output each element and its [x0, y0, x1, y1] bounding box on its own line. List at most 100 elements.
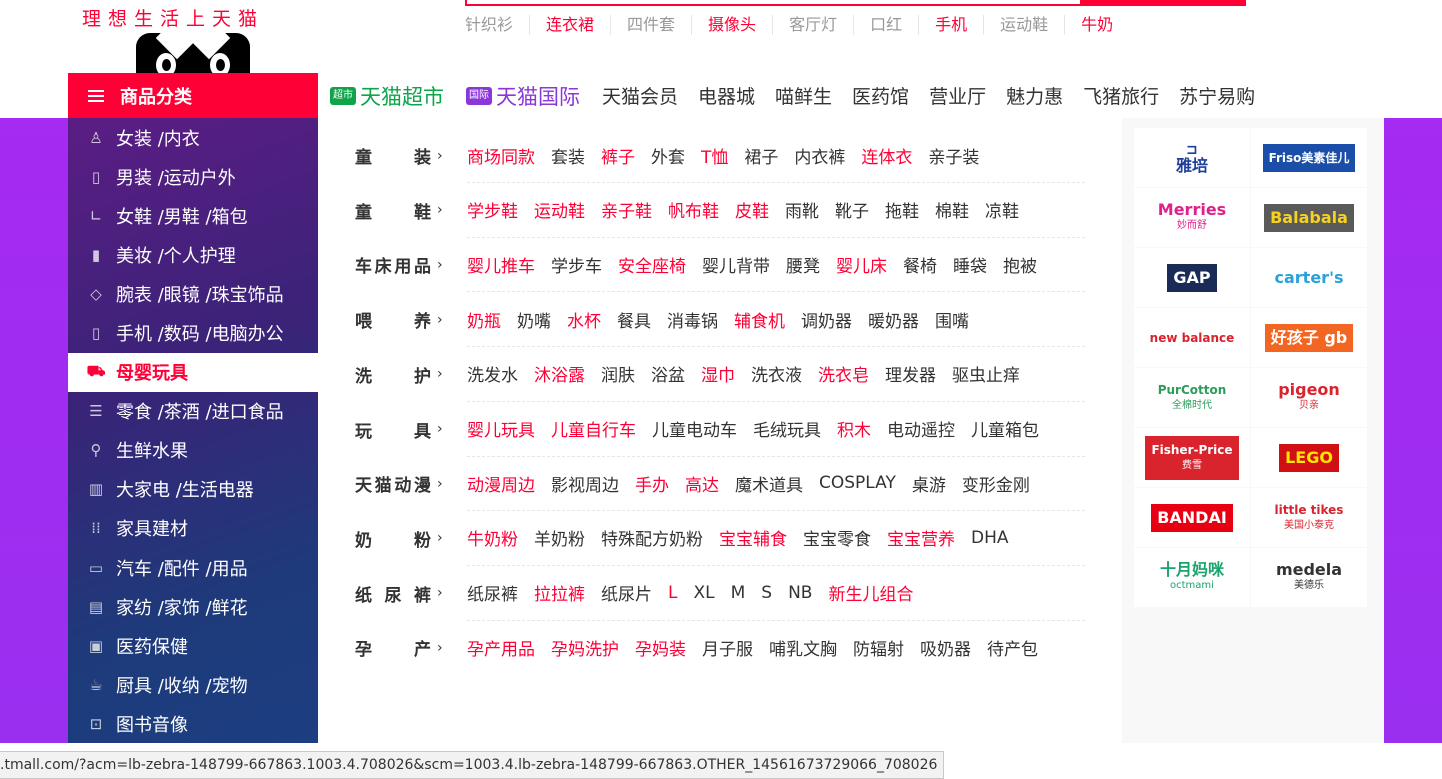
brand-logo-tile[interactable]: GAP — [1134, 248, 1250, 307]
category-link[interactable]: 腰凳 — [786, 252, 820, 277]
category-link[interactable]: 羊奶粉 — [534, 525, 585, 550]
brand-logo-tile[interactable]: medela 美德乐 — [1251, 548, 1367, 607]
category-link[interactable]: 手办 — [635, 471, 669, 496]
category-link[interactable]: 宝宝零食 — [803, 525, 871, 550]
sidebar-item[interactable]: ▯ 男装 /运动户外 — [68, 157, 318, 196]
sidebar-item[interactable]: ▤ 家纺 /家饰 /鲜花 — [68, 587, 318, 626]
category-link[interactable]: 高达 — [685, 471, 719, 496]
hot-word-link[interactable]: 运动鞋 — [983, 15, 1064, 35]
category-link[interactable]: 润肤 — [601, 361, 635, 386]
category-link[interactable]: 抱被 — [1003, 252, 1037, 277]
category-link[interactable]: S — [761, 583, 772, 603]
category-link[interactable]: 亲子装 — [928, 143, 979, 168]
category-link[interactable]: 外套 — [651, 143, 685, 168]
category-link[interactable]: 湿巾 — [701, 361, 735, 386]
category-link[interactable]: 吸奶器 — [920, 635, 971, 660]
category-link[interactable]: NB — [788, 583, 812, 603]
category-link[interactable]: 影视周边 — [551, 471, 619, 496]
category-link[interactable]: 纸尿裤 — [467, 580, 518, 605]
hot-word-link[interactable]: 针织衫 — [465, 15, 529, 35]
category-link[interactable]: 纸尿片 — [601, 580, 652, 605]
category-link[interactable]: 婴儿推车 — [467, 252, 535, 277]
sidebar-item[interactable]: ▭ 汽车 /配件 /用品 — [68, 548, 318, 587]
sidebar-item[interactable]: ⁞⁞ 家具建材 — [68, 509, 318, 548]
category-link[interactable]: 洗衣液 — [751, 361, 802, 386]
category-link[interactable]: 套装 — [551, 143, 585, 168]
category-link[interactable]: 消毒锅 — [667, 307, 718, 332]
category-link[interactable]: 餐椅 — [903, 252, 937, 277]
category-link[interactable]: 辅食机 — [734, 307, 785, 332]
category-link[interactable]: 裤子 — [601, 143, 635, 168]
category-link[interactable]: 餐具 — [617, 307, 651, 332]
brand-logo-tile[interactable]: new balance — [1134, 308, 1250, 367]
category-link[interactable]: 孕妈洗护 — [551, 635, 619, 660]
nav-item[interactable]: 喵鲜生 — [775, 82, 832, 109]
category-link[interactable]: 棉鞋 — [935, 197, 969, 222]
brand-logo-tile[interactable]: Friso美素佳儿 — [1251, 128, 1367, 187]
category-link[interactable]: 安全座椅 — [618, 252, 686, 277]
category-link[interactable]: 电动遥控 — [887, 416, 955, 441]
category-link[interactable]: 调奶器 — [801, 307, 852, 332]
category-link[interactable]: L — [668, 583, 677, 603]
category-link[interactable]: 商场同款 — [467, 143, 535, 168]
category-menu-button[interactable]: 商品分类 — [68, 73, 318, 118]
category-row-title[interactable]: 童鞋 › — [355, 198, 467, 223]
category-link[interactable]: 防辐射 — [853, 635, 904, 660]
category-link[interactable]: 学步鞋 — [467, 197, 518, 222]
sidebar-item[interactable]: ▮ 美妆 /个人护理 — [68, 235, 318, 274]
category-link[interactable]: 睡袋 — [953, 252, 987, 277]
category-link[interactable]: 洗发水 — [467, 361, 518, 386]
sidebar-item[interactable]: ▯ 手机 /数码 /电脑办公 — [68, 313, 318, 352]
category-link[interactable]: 孕产用品 — [467, 635, 535, 660]
category-link[interactable]: 奶嘴 — [517, 307, 551, 332]
sidebar-item[interactable]: ⚲ 生鲜水果 — [68, 431, 318, 470]
nav-item[interactable]: 电器城 — [698, 82, 755, 109]
sidebar-item[interactable]: ◇ 腕表 /眼镜 /珠宝饰品 — [68, 274, 318, 313]
category-link[interactable]: 浴盆 — [651, 361, 685, 386]
category-link[interactable]: 皮鞋 — [735, 197, 769, 222]
category-link[interactable]: 雨靴 — [785, 197, 819, 222]
nav-tmall-global[interactable]: 国际 天猫国际 — [466, 81, 580, 111]
category-link[interactable]: DHA — [971, 528, 1009, 548]
category-row-title[interactable]: 天猫动漫 › — [355, 471, 467, 497]
sidebar-item[interactable]: ☰ 零食 /茶酒 /进口食品 — [68, 392, 318, 431]
brand-logo-tile[interactable]: Balabala — [1251, 188, 1367, 247]
category-link[interactable]: 牛奶粉 — [467, 525, 518, 550]
category-link[interactable]: XL — [693, 583, 714, 603]
category-link[interactable]: 连体衣 — [861, 143, 912, 168]
category-link[interactable]: 沐浴露 — [534, 361, 585, 386]
category-link[interactable]: 奶瓶 — [467, 307, 501, 332]
sidebar-item[interactable]: ⛟ 母婴玩具 — [68, 352, 318, 392]
sidebar-item[interactable]: ☕ 厨具 /收纳 /宠物 — [68, 665, 318, 704]
category-link[interactable]: 桌游 — [912, 471, 946, 496]
category-link[interactable]: 儿童自行车 — [551, 416, 636, 441]
brand-logo-tile[interactable]: carter's — [1251, 248, 1367, 307]
category-row-title[interactable]: 喂养 › — [355, 307, 467, 333]
category-link[interactable]: 积木 — [837, 416, 871, 441]
nav-item[interactable]: 苏宁易购 — [1179, 82, 1255, 109]
category-link[interactable]: 宝宝辅食 — [719, 525, 787, 550]
category-link[interactable]: COSPLAY — [819, 473, 896, 493]
search-box[interactable] — [465, 0, 1246, 6]
hot-word-link[interactable]: 手机 — [918, 15, 983, 35]
category-row-title[interactable]: 车床用品 › — [355, 252, 467, 278]
category-link[interactable]: 水杯 — [567, 307, 601, 332]
brand-logo-tile[interactable]: pigeon 贝亲 — [1251, 368, 1367, 427]
category-link[interactable]: 学步车 — [551, 252, 602, 277]
category-link[interactable]: 新生儿组合 — [828, 580, 913, 605]
category-link[interactable]: 魔术道具 — [735, 471, 803, 496]
brand-logo-tile[interactable]: BANDAI — [1134, 488, 1250, 547]
nav-tmall-supermarket[interactable]: 超市 天猫超市 — [330, 81, 444, 111]
category-link[interactable]: 帆布鞋 — [668, 197, 719, 222]
nav-item[interactable]: 营业厅 — [929, 82, 986, 109]
category-link[interactable]: T恤 — [701, 143, 728, 168]
brand-logo-tile[interactable]: Merries 妙而舒 — [1134, 188, 1250, 247]
category-link[interactable]: 拉拉裤 — [534, 580, 585, 605]
sidebar-item[interactable]: ∟ 女鞋 /男鞋 /箱包 — [68, 196, 318, 235]
category-row-title[interactable]: 孕产 › — [355, 635, 467, 661]
category-row-title[interactable]: 童装 › — [355, 143, 467, 169]
category-link[interactable]: 特殊配方奶粉 — [601, 525, 703, 550]
category-row-title[interactable]: 奶粉 › — [355, 526, 467, 551]
category-link[interactable]: 拖鞋 — [885, 197, 919, 222]
category-link[interactable]: 待产包 — [987, 635, 1038, 660]
